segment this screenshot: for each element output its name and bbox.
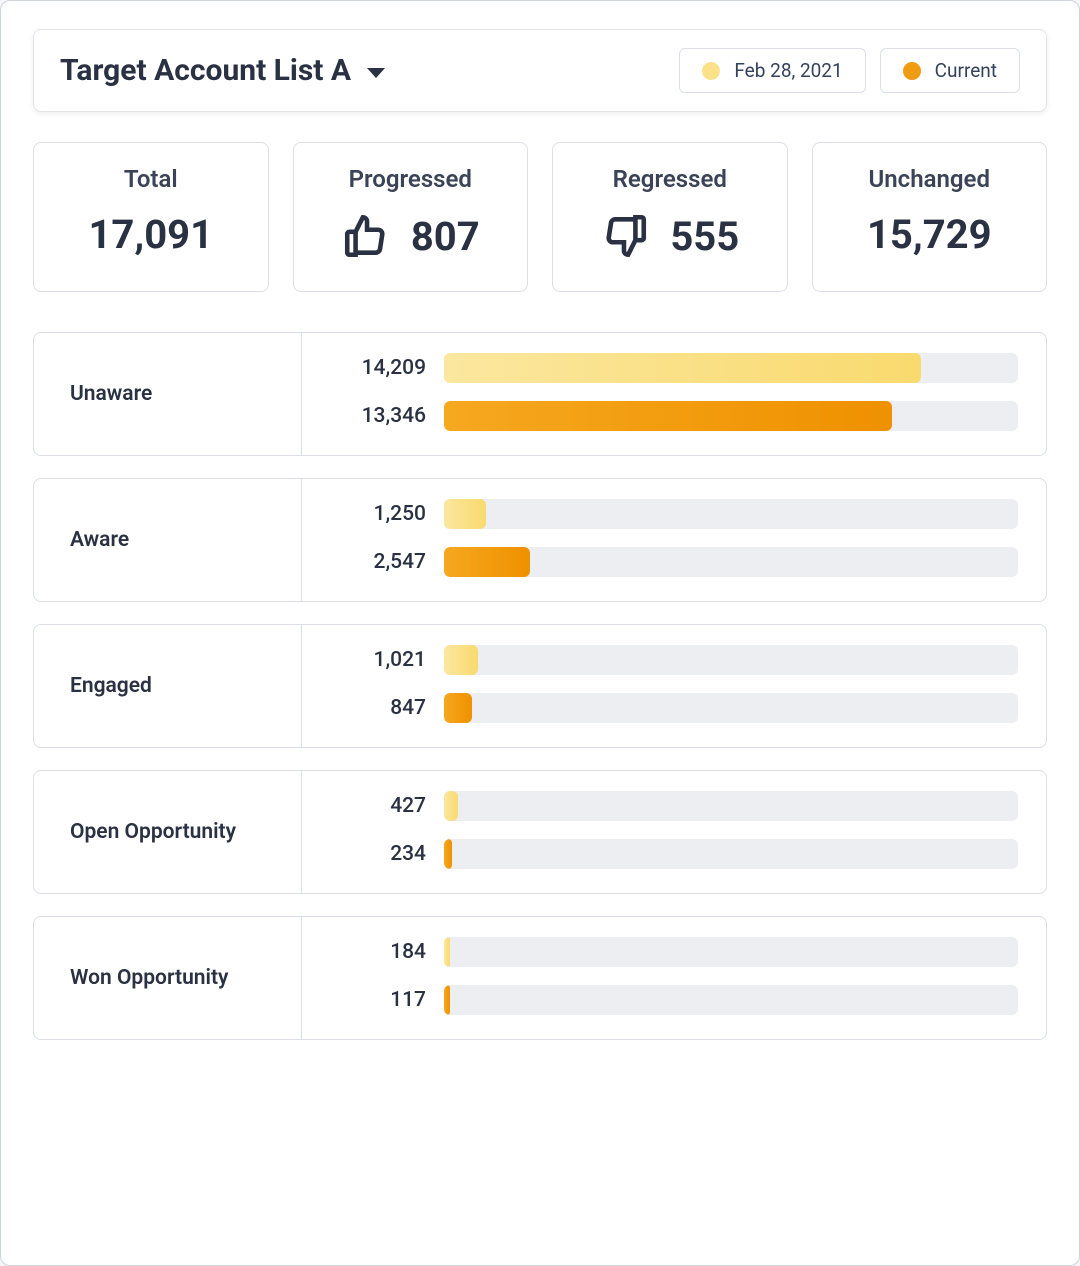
bar-row-curr: 117 [316,985,1018,1015]
bar-row-curr: 13,346 [316,401,1018,431]
bar-value: 234 [316,842,426,866]
stage-row[interactable]: Unaware 14,209 13,346 [33,332,1047,456]
bar-track [444,645,1018,675]
legend-label-current: Current [935,59,997,82]
chevron-down-icon [367,68,385,78]
bar-row-prev: 1,250 [316,499,1018,529]
stage-list: Unaware 14,209 13,346 Aware 1,250 2,547 Engage… [33,332,1047,1040]
stat-value: 555 [670,213,739,260]
bar-fill [444,645,478,675]
stage-name: Engaged [34,625,302,747]
bar-fill [444,401,892,431]
bar-value: 2,547 [316,550,426,574]
stage-bars: 14,209 13,346 [302,333,1046,455]
bar-fill [444,791,458,821]
account-stage-panel: Target Account List A Feb 28, 2021 Curre… [0,0,1080,1266]
bar-value: 184 [316,940,426,964]
legend-item-current[interactable]: Current [880,48,1020,93]
stat-unchanged[interactable]: Unchanged 15,729 [812,142,1048,292]
bar-track [444,985,1018,1015]
stage-bars: 184 117 [302,917,1046,1039]
bar-track [444,499,1018,529]
stat-regressed[interactable]: Regressed 555 [552,142,788,292]
stat-value: 17,091 [88,211,213,258]
bar-value: 14,209 [316,356,426,380]
stage-row[interactable]: Engaged 1,021 847 [33,624,1047,748]
stat-label: Regressed [613,165,727,193]
bar-row-curr: 847 [316,693,1018,723]
bar-fill [444,937,450,967]
bar-track [444,839,1018,869]
bar-track [444,401,1018,431]
bar-value: 847 [316,696,426,720]
bar-fill [444,839,452,869]
bar-fill [444,353,921,383]
stage-name: Unaware [34,333,302,455]
bar-track [444,937,1018,967]
bar-value: 1,250 [316,502,426,526]
bar-track [444,693,1018,723]
legend-label-prev: Feb 28, 2021 [734,59,842,82]
bar-value: 13,346 [316,404,426,428]
stage-name: Won Opportunity [34,917,302,1039]
stat-value: 15,729 [867,211,992,258]
stat-label: Progressed [349,165,472,193]
account-list-name: Target Account List A [60,53,351,88]
bar-row-prev: 14,209 [316,353,1018,383]
bar-row-curr: 234 [316,839,1018,869]
stage-row[interactable]: Aware 1,250 2,547 [33,478,1047,602]
bar-row-prev: 427 [316,791,1018,821]
thumbs-down-icon [600,211,650,261]
account-list-selector[interactable]: Target Account List A [60,53,385,88]
legend-swatch-prev [702,62,720,80]
thumbs-up-icon [341,211,391,261]
legend-item-prev[interactable]: Feb 28, 2021 [679,48,865,93]
bar-row-curr: 2,547 [316,547,1018,577]
stage-bars: 427 234 [302,771,1046,893]
stage-row[interactable]: Won Opportunity 184 117 [33,916,1047,1040]
stage-row[interactable]: Open Opportunity 427 234 [33,770,1047,894]
bar-fill [444,985,450,1015]
bar-fill [444,693,472,723]
stat-value: 807 [411,213,480,260]
stage-name: Open Opportunity [34,771,302,893]
bar-track [444,353,1018,383]
bar-value: 1,021 [316,648,426,672]
legend-swatch-current [903,62,921,80]
stage-bars: 1,021 847 [302,625,1046,747]
bar-value: 427 [316,794,426,818]
header-card: Target Account List A Feb 28, 2021 Curre… [33,29,1047,112]
bar-row-prev: 1,021 [316,645,1018,675]
bar-value: 117 [316,988,426,1012]
stat-progressed[interactable]: Progressed 807 [293,142,529,292]
stat-total[interactable]: Total 17,091 [33,142,269,292]
legend: Feb 28, 2021 Current [679,48,1020,93]
bar-fill [444,547,530,577]
summary-stats: Total 17,091 Progressed 807 Regressed [33,142,1047,292]
stat-label: Total [124,165,178,193]
bar-track [444,547,1018,577]
bar-fill [444,499,486,529]
stat-label: Unchanged [869,165,990,193]
bar-row-prev: 184 [316,937,1018,967]
stage-bars: 1,250 2,547 [302,479,1046,601]
bar-track [444,791,1018,821]
stage-name: Aware [34,479,302,601]
